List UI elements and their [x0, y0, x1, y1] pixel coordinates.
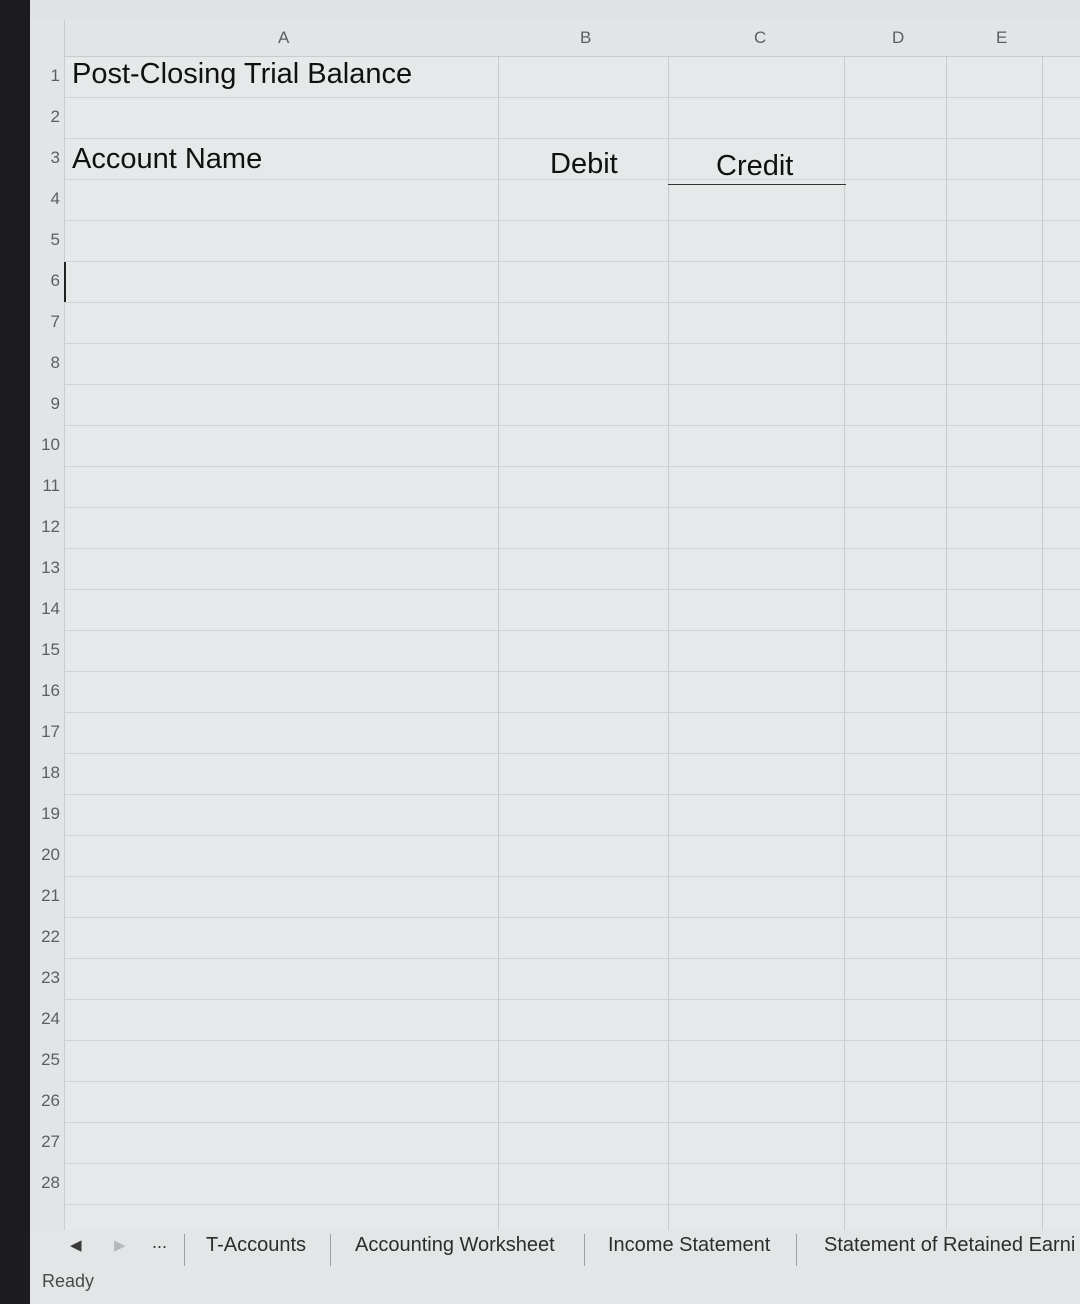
row-divider: [64, 1204, 1080, 1205]
row-header[interactable]: 28: [30, 1173, 64, 1193]
column-divider: [946, 56, 947, 1230]
column-divider: [498, 56, 499, 1230]
column-divider: [1042, 56, 1043, 1230]
more-tabs-button[interactable]: ...: [152, 1232, 167, 1253]
row-header[interactable]: 24: [30, 1009, 64, 1029]
row-header[interactable]: 27: [30, 1132, 64, 1152]
tab-t-accounts[interactable]: T-Accounts: [206, 1234, 306, 1257]
tab-income-statement[interactable]: Income Statement: [608, 1234, 770, 1257]
row-header[interactable]: 16: [30, 681, 64, 701]
row-divider: [64, 343, 1080, 344]
row-header[interactable]: 5: [30, 230, 64, 250]
tab-scroll-right-icon[interactable]: ▶: [114, 1236, 126, 1254]
row-header[interactable]: 7: [30, 312, 64, 332]
row-divider: [64, 302, 1080, 303]
column-header-e[interactable]: E: [996, 28, 1007, 48]
row-divider: [64, 630, 1080, 631]
row-divider: [64, 384, 1080, 385]
row-header[interactable]: 1: [30, 66, 64, 86]
row-header[interactable]: 26: [30, 1091, 64, 1111]
row-header[interactable]: 13: [30, 558, 64, 578]
row-divider: [64, 958, 1080, 959]
row-header[interactable]: 12: [30, 517, 64, 537]
row-divider: [64, 999, 1080, 1000]
row-divider: [64, 1040, 1080, 1041]
row-divider: [64, 917, 1080, 918]
spreadsheet-grid[interactable]: A B C D E Post-Closing Trial Balance Acc…: [30, 20, 1080, 1230]
row-divider: [64, 1122, 1080, 1123]
row-divider: [64, 220, 1080, 221]
row-divider: [64, 589, 1080, 590]
row-header[interactable]: 11: [30, 476, 64, 496]
status-text: Ready: [42, 1271, 95, 1291]
row-divider: [64, 794, 1080, 795]
screen-bezel: [0, 0, 30, 1304]
row-header[interactable]: 6: [30, 271, 64, 291]
row-divider: [64, 261, 1080, 262]
row-divider: [64, 753, 1080, 754]
row-divider: [64, 179, 1080, 180]
row-divider: [64, 671, 1080, 672]
row-header[interactable]: 25: [30, 1050, 64, 1070]
status-bar: Ready: [30, 1270, 1080, 1304]
tab-statement-of-retained-earnings[interactable]: Statement of Retained Earni: [824, 1234, 1075, 1257]
cell-b3-debit-header[interactable]: Debit: [550, 148, 618, 181]
tab-accounting-worksheet[interactable]: Accounting Worksheet: [355, 1234, 555, 1257]
row-divider: [64, 466, 1080, 467]
column-header-a[interactable]: A: [278, 28, 289, 48]
row-divider: [64, 425, 1080, 426]
active-cell-indicator: [64, 262, 66, 302]
row-header[interactable]: 3: [30, 148, 64, 168]
sheet-tab-bar: ◀ ▶ ... T-Accounts Accounting Worksheet …: [30, 1230, 1080, 1270]
row-divider: [64, 712, 1080, 713]
tab-scroll-left-icon[interactable]: ◀: [70, 1236, 82, 1254]
tab-separator: [796, 1234, 797, 1266]
credit-underline: [668, 184, 846, 185]
row-divider: [64, 876, 1080, 877]
row-header[interactable]: 4: [30, 189, 64, 209]
column-divider: [668, 56, 669, 1230]
row-header[interactable]: 22: [30, 927, 64, 947]
row-header[interactable]: 18: [30, 763, 64, 783]
cell-a3-account-name-header[interactable]: Account Name: [72, 143, 262, 176]
row-divider: [64, 548, 1080, 549]
row-divider: [64, 507, 1080, 508]
row-header[interactable]: 2: [30, 107, 64, 127]
row-header[interactable]: 19: [30, 804, 64, 824]
column-divider: [844, 56, 845, 1230]
row-header[interactable]: 17: [30, 722, 64, 742]
column-header-b[interactable]: B: [580, 28, 591, 48]
row-divider: [64, 1163, 1080, 1164]
tab-separator: [330, 1234, 331, 1266]
row-header[interactable]: 21: [30, 886, 64, 906]
cell-a1-title[interactable]: Post-Closing Trial Balance: [72, 58, 412, 91]
tab-separator: [184, 1234, 185, 1266]
row-header[interactable]: 23: [30, 968, 64, 988]
row-divider: [64, 138, 1080, 139]
row-header[interactable]: 9: [30, 394, 64, 414]
row-header[interactable]: 15: [30, 640, 64, 660]
row-divider: [64, 97, 1080, 98]
row-header[interactable]: 20: [30, 845, 64, 865]
row-header[interactable]: 14: [30, 599, 64, 619]
tab-separator: [584, 1234, 585, 1266]
column-header-d[interactable]: D: [892, 28, 904, 48]
column-header-bar: [30, 20, 1080, 57]
row-divider: [64, 1081, 1080, 1082]
row-header[interactable]: 10: [30, 435, 64, 455]
row-header[interactable]: 8: [30, 353, 64, 373]
column-header-c[interactable]: C: [754, 28, 766, 48]
row-divider: [64, 835, 1080, 836]
